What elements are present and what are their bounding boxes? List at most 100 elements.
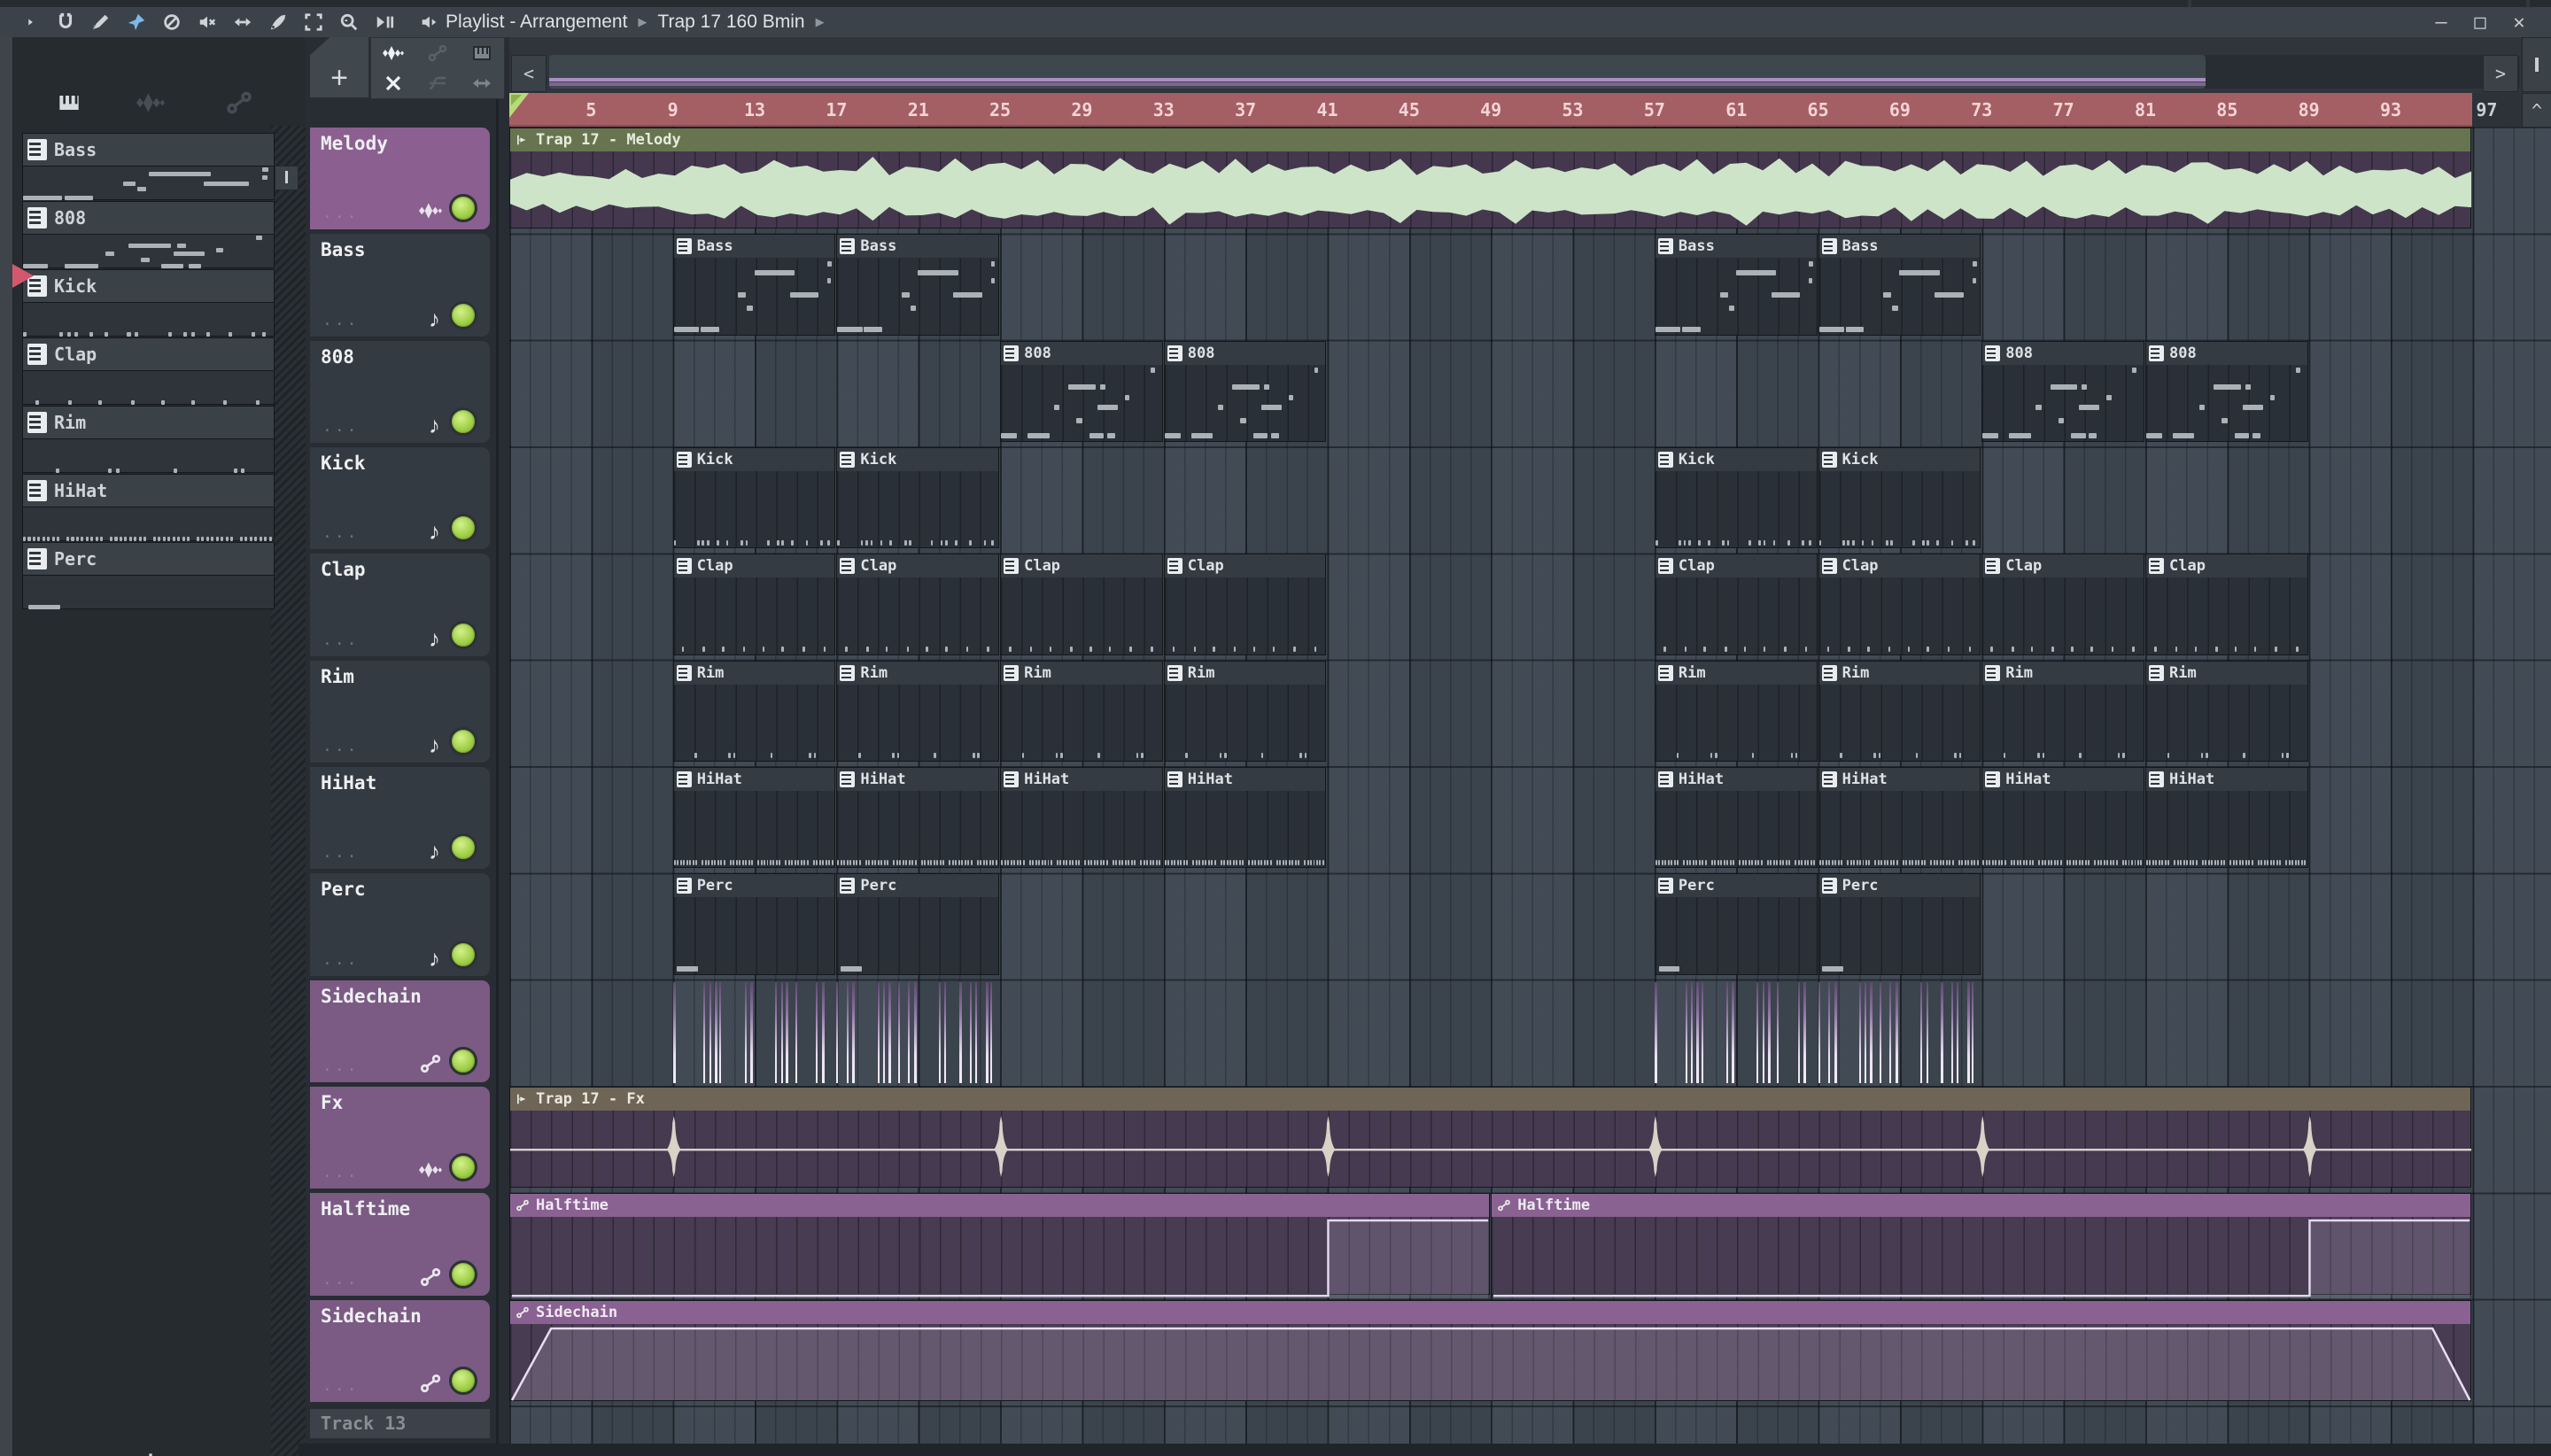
clip-header[interactable]: 808 (2146, 341, 2307, 365)
clip-header[interactable]: Clap (1164, 554, 1326, 578)
clip-header[interactable]: Sidechain (510, 1300, 2471, 1324)
clip-header[interactable]: 808 (1982, 341, 2144, 365)
pattern-clip-rim-7[interactable]: Rim (2145, 660, 2308, 762)
minimize-button[interactable]: – (2422, 12, 2461, 34)
playback-tool-icon[interactable] (369, 11, 399, 34)
clip-header[interactable]: Trap 17 - Melody (510, 128, 2471, 151)
clip-header[interactable]: Rim (1655, 661, 1817, 685)
track-header-track13[interactable]: Track 13 (310, 1409, 490, 1438)
close-source-icon[interactable] (371, 68, 415, 98)
pattern-clip-hihat-7[interactable]: HiHat (2145, 766, 2308, 869)
scroll-left-button[interactable]: < (511, 55, 547, 92)
track-options-dots[interactable]: ... (322, 631, 360, 649)
automation-clip-halftime-0[interactable]: Halftime (509, 1193, 1491, 1299)
audio-clip-fx[interactable]: Trap 17 - Fx (509, 1086, 2472, 1189)
pattern-clip-hihat-1[interactable]: HiHat (836, 766, 1000, 869)
pattern-clip-rim-1[interactable]: Rim (836, 660, 1000, 762)
speaker-icon[interactable] (414, 11, 444, 34)
vertical-scrollbar-top[interactable] (2522, 37, 2551, 92)
lfo-tool-icon[interactable] (415, 68, 460, 98)
pattern-scrollbar-thumb[interactable] (275, 166, 299, 190)
track-enable-led[interactable] (449, 726, 477, 755)
pattern-clip-clap-5[interactable]: Clap (1818, 554, 1981, 655)
pattern-clip-hihat-2[interactable]: HiHat (1000, 766, 1163, 869)
pattern-clip-clap-2[interactable]: Clap (1000, 554, 1163, 655)
pattern-clip-source-icon[interactable] (460, 38, 504, 68)
slice-tool-icon[interactable] (263, 11, 293, 34)
track-header-kick-3[interactable]: Kick... ♪ (310, 446, 490, 550)
pattern-clip-hihat-0[interactable]: HiHat (672, 766, 836, 869)
track-enable-led[interactable] (449, 194, 477, 223)
track-options-dots[interactable]: ... (322, 843, 360, 862)
pattern-item-clap[interactable]: Clap (22, 337, 275, 406)
track-options-dots[interactable]: ... (322, 1376, 360, 1395)
clip-header[interactable]: HiHat (673, 767, 835, 791)
pattern-item-header[interactable]: Rim (22, 406, 275, 439)
clip-header[interactable]: HiHat (837, 767, 999, 791)
zoom-tool-icon[interactable] (334, 11, 364, 34)
pattern-clip-kick-0[interactable]: Kick (672, 446, 836, 549)
slip-tool-icon[interactable] (228, 11, 258, 34)
track-options-dots[interactable]: ... (322, 523, 360, 542)
track-header-808-2[interactable]: 808... ♪ (310, 340, 490, 443)
track-options-dots[interactable]: ... (322, 204, 360, 222)
clip-header[interactable]: Rim (2146, 661, 2307, 685)
pattern-clip-808-3[interactable]: 808 (2145, 340, 2308, 442)
pattern-clip-808-2[interactable]: 808 (1981, 340, 2144, 442)
select-tool-icon[interactable] (299, 11, 329, 34)
clip-header[interactable]: Halftime (1492, 1194, 2471, 1218)
scroll-right-button[interactable]: > (2483, 55, 2518, 92)
pattern-clip-rim-5[interactable]: Rim (1818, 660, 1981, 762)
pattern-clip-808-0[interactable]: 808 (1000, 340, 1163, 442)
track-enable-led[interactable] (449, 1046, 477, 1075)
clip-header[interactable]: Bass (1818, 235, 1981, 259)
pattern-clip-hihat-4[interactable]: HiHat (1654, 766, 1818, 869)
pattern-clip-clap-6[interactable]: Clap (1981, 554, 2144, 655)
clip-header[interactable]: 808 (1164, 341, 1326, 365)
pattern-clip-hihat-6[interactable]: HiHat (1981, 766, 2144, 869)
clip-header[interactable]: Clap (1655, 554, 1817, 578)
draw-tool-icon[interactable] (86, 11, 116, 34)
clip-header[interactable]: Bass (837, 235, 999, 259)
pattern-item-header[interactable]: Bass (22, 133, 275, 167)
clip-header[interactable]: Clap (673, 554, 835, 578)
track-enable-led[interactable] (449, 1366, 477, 1395)
clip-header[interactable]: Clap (1001, 554, 1162, 578)
pattern-clip-hihat-5[interactable]: HiHat (1818, 766, 1981, 869)
track-header-fx-9[interactable]: Fx... (310, 1086, 490, 1189)
clip-header[interactable]: Bass (673, 235, 835, 259)
track-options-dots[interactable]: ... (322, 1270, 360, 1289)
pattern-item-808[interactable]: 808 (22, 201, 275, 269)
track-options-dots[interactable]: ... (322, 417, 360, 436)
clip-header[interactable]: Rim (1982, 661, 2144, 685)
playlist-grid[interactable]: Trap 17 - Melody Bass Bass Bass Bass 808 808 80… (509, 127, 2551, 1456)
track-enable-led[interactable] (449, 407, 477, 436)
clip-header[interactable]: Perc (673, 874, 835, 898)
clip-header[interactable]: Perc (837, 874, 999, 898)
pattern-clip-clap-1[interactable]: Clap (836, 554, 1000, 655)
clip-header[interactable]: Rim (673, 661, 835, 685)
pattern-item-kick[interactable]: Kick (22, 269, 275, 337)
add-track-tab[interactable]: + (310, 37, 368, 97)
pattern-item-header[interactable]: Perc (22, 542, 275, 576)
clip-header[interactable]: Perc (1818, 874, 1981, 898)
pattern-clip-clap-0[interactable]: Clap (672, 554, 836, 655)
automation-clip-source-icon[interactable] (415, 38, 460, 68)
pattern-clip-kick-2[interactable]: Kick (1654, 446, 1818, 549)
track-enable-led[interactable] (449, 1153, 477, 1182)
timeline-ruler[interactable]: 5 9 13 17 21 25 29 33 37 41 45 49 53 57 61 65 69 73 77 81 85… (509, 93, 2551, 128)
clip-header[interactable]: Perc (1655, 874, 1817, 898)
pattern-item-header[interactable]: Kick (22, 269, 275, 303)
audio-clip-source-icon[interactable] (371, 38, 415, 68)
pattern-clip-kick-1[interactable]: Kick (836, 446, 1000, 549)
clip-header[interactable]: Kick (1655, 447, 1817, 471)
close-button[interactable]: ✕ (2500, 12, 2539, 34)
pattern-item-hihat[interactable]: HiHat (22, 474, 275, 542)
pattern-clip-rim-4[interactable]: Rim (1654, 660, 1818, 762)
pattern-clip-bass-2[interactable]: Bass (1654, 234, 1818, 336)
horizontal-scrollbar[interactable] (549, 55, 2520, 89)
pattern-clip-perc-3[interactable]: Perc (1818, 873, 1981, 975)
clip-header[interactable]: HiHat (1818, 767, 1981, 791)
delete-tool-icon[interactable] (157, 11, 187, 34)
track-options-dots[interactable]: ... (322, 737, 360, 755)
